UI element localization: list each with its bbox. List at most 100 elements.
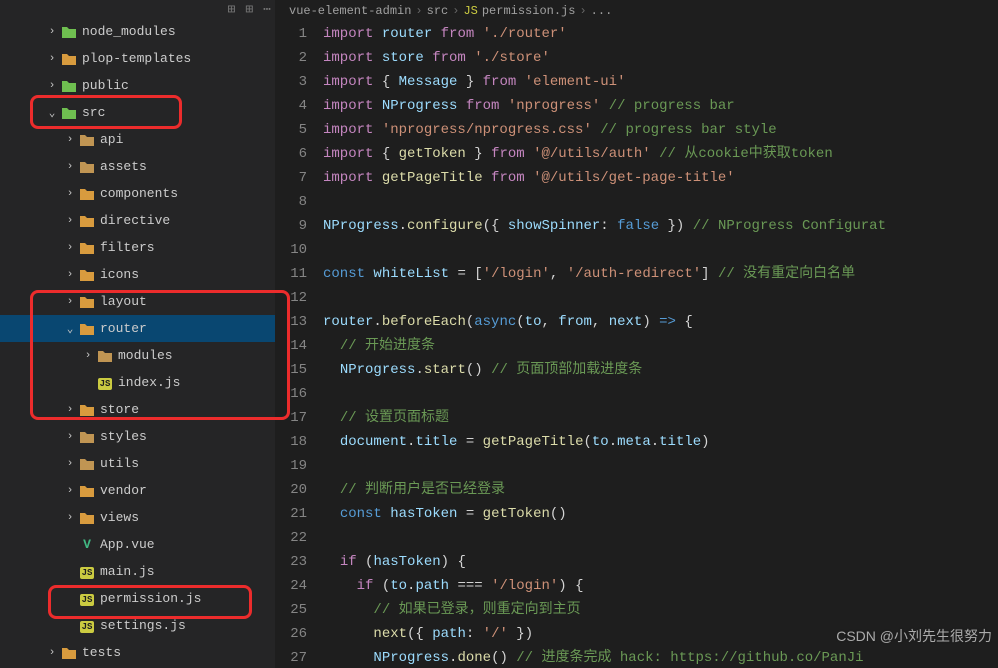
- line-number: 13: [275, 310, 307, 334]
- folder-orange-icon: [78, 267, 96, 282]
- chevron-icon[interactable]: ›: [62, 296, 78, 308]
- tree-item-layout[interactable]: ›layout: [0, 288, 275, 315]
- more-icon[interactable]: ⋯: [263, 2, 271, 17]
- tree-item-main-js[interactable]: JSmain.js: [0, 558, 275, 585]
- line-number: 19: [275, 454, 307, 478]
- chevron-icon[interactable]: ›: [44, 80, 60, 92]
- code-line[interactable]: // 设置页面标题: [323, 406, 998, 430]
- chevron-icon[interactable]: ⌄: [62, 322, 78, 336]
- tree-item-api[interactable]: ›api: [0, 126, 275, 153]
- tree-item-components[interactable]: › components: [0, 180, 275, 207]
- breadcrumb-seg[interactable]: src: [427, 4, 449, 18]
- code-line[interactable]: import { Message } from 'element-ui': [323, 70, 998, 94]
- chevron-icon[interactable]: ›: [62, 188, 78, 200]
- code-line[interactable]: // 如果已登录，则重定向到主页: [323, 598, 998, 622]
- chevron-right-icon: ›: [452, 4, 459, 18]
- code-line[interactable]: [323, 526, 998, 550]
- tree-item-utils[interactable]: ›utils: [0, 450, 275, 477]
- code-line[interactable]: const hasToken = getToken(): [323, 502, 998, 526]
- tree-item-src[interactable]: ⌄ src: [0, 99, 275, 126]
- chevron-icon[interactable]: ›: [62, 269, 78, 281]
- tree-item-assets[interactable]: ›assets: [0, 153, 275, 180]
- code-line[interactable]: [323, 454, 998, 478]
- code-line[interactable]: import store from './store': [323, 46, 998, 70]
- tree-item-node_modules[interactable]: ›node_modules: [0, 18, 275, 45]
- code-line[interactable]: [323, 286, 998, 310]
- code-line[interactable]: // 开始进度条: [323, 334, 998, 358]
- tree-item-plop-templates[interactable]: › plop-templates: [0, 45, 275, 72]
- breadcrumb-seg[interactable]: permission.js: [482, 4, 576, 18]
- breadcrumb-more[interactable]: ...: [591, 4, 613, 18]
- chevron-icon[interactable]: ›: [62, 161, 78, 173]
- code-line[interactable]: import NProgress from 'nprogress' // pro…: [323, 94, 998, 118]
- tree-item-label: vendor: [100, 483, 147, 498]
- code-line[interactable]: router.beforeEach(async(to, from, next) …: [323, 310, 998, 334]
- code-line[interactable]: if (to.path === '/login') {: [323, 574, 998, 598]
- code-content[interactable]: import router from './router'import stor…: [323, 22, 998, 668]
- code-line[interactable]: [323, 190, 998, 214]
- code-line[interactable]: NProgress.done() // 进度条完成 hack: https://…: [323, 646, 998, 668]
- tree-item-filters[interactable]: ›filters: [0, 234, 275, 261]
- chevron-icon[interactable]: ›: [62, 485, 78, 497]
- code-line[interactable]: import 'nprogress/nprogress.css' // prog…: [323, 118, 998, 142]
- tree-item-directive[interactable]: ›directive: [0, 207, 275, 234]
- chevron-icon[interactable]: ›: [44, 647, 60, 659]
- folder-generic-icon: [78, 429, 96, 444]
- tree-item-settings-js[interactable]: JSsettings.js: [0, 612, 275, 639]
- tree-item-permission-js[interactable]: JSpermission.js: [0, 585, 275, 612]
- chevron-icon[interactable]: ›: [62, 215, 78, 227]
- tree-item-label: plop-templates: [82, 51, 191, 66]
- line-number: 7: [275, 166, 307, 190]
- code-line[interactable]: const whiteList = ['/login', '/auth-redi…: [323, 262, 998, 286]
- code-line[interactable]: import { getToken } from '@/utils/auth' …: [323, 142, 998, 166]
- js-icon: JS: [463, 4, 477, 18]
- code-line[interactable]: [323, 382, 998, 406]
- line-number: 20: [275, 478, 307, 502]
- chevron-icon[interactable]: ›: [62, 458, 78, 470]
- tree-item-app-vue[interactable]: VApp.vue: [0, 531, 275, 558]
- code-line[interactable]: // 判断用户是否已经登录: [323, 478, 998, 502]
- chevron-icon[interactable]: ›: [44, 53, 60, 65]
- chevron-icon[interactable]: ›: [44, 26, 60, 38]
- chevron-icon[interactable]: ⌄: [44, 106, 60, 120]
- line-number: 25: [275, 598, 307, 622]
- tree-item-vendor[interactable]: › vendor: [0, 477, 275, 504]
- js-icon: JS: [78, 564, 96, 579]
- new-folder-icon[interactable]: ⊞: [245, 2, 253, 17]
- tree-item-router[interactable]: ⌄router: [0, 315, 275, 342]
- tree-item-store[interactable]: ›store: [0, 396, 275, 423]
- chevron-icon[interactable]: ›: [62, 134, 78, 146]
- code-line[interactable]: [323, 238, 998, 262]
- tree-item-label: icons: [100, 267, 139, 282]
- code-area[interactable]: 1234567891011121314151617181920212223242…: [275, 22, 998, 668]
- code-line[interactable]: import getPageTitle from '@/utils/get-pa…: [323, 166, 998, 190]
- code-line[interactable]: import router from './router': [323, 22, 998, 46]
- new-file-icon[interactable]: ⊞: [228, 2, 236, 17]
- folder-generic-icon: [96, 348, 114, 363]
- breadcrumb[interactable]: vue-element-admin › src › JS permission.…: [275, 0, 998, 22]
- chevron-icon[interactable]: ›: [62, 242, 78, 254]
- file-explorer-sidebar: ⊞ ⊞ ⋯ ›node_modules›plop-templates›publi…: [0, 0, 275, 668]
- chevron-icon[interactable]: ›: [80, 350, 96, 362]
- tree-item-label: src: [82, 105, 105, 120]
- line-number: 9: [275, 214, 307, 238]
- chevron-icon[interactable]: ›: [62, 512, 78, 524]
- folder-orange-icon: [78, 483, 96, 498]
- chevron-icon[interactable]: ›: [62, 431, 78, 443]
- tree-item-index-js[interactable]: JSindex.js: [0, 369, 275, 396]
- code-line[interactable]: if (hasToken) {: [323, 550, 998, 574]
- code-line[interactable]: NProgress.start() // 页面顶部加载进度条: [323, 358, 998, 382]
- tree-item-views[interactable]: ›views: [0, 504, 275, 531]
- chevron-icon[interactable]: ›: [62, 404, 78, 416]
- line-number: 21: [275, 502, 307, 526]
- tree-item-icons[interactable]: › icons: [0, 261, 275, 288]
- tree-item-tests[interactable]: ›tests: [0, 639, 275, 666]
- editor-pane: vue-element-admin › src › JS permission.…: [275, 0, 998, 668]
- tree-item-label: components: [100, 186, 178, 201]
- tree-item-styles[interactable]: ›styles: [0, 423, 275, 450]
- code-line[interactable]: document.title = getPageTitle(to.meta.ti…: [323, 430, 998, 454]
- tree-item-public[interactable]: ›public: [0, 72, 275, 99]
- tree-item-modules[interactable]: ›modules: [0, 342, 275, 369]
- breadcrumb-seg[interactable]: vue-element-admin: [289, 4, 411, 18]
- code-line[interactable]: NProgress.configure({ showSpinner: false…: [323, 214, 998, 238]
